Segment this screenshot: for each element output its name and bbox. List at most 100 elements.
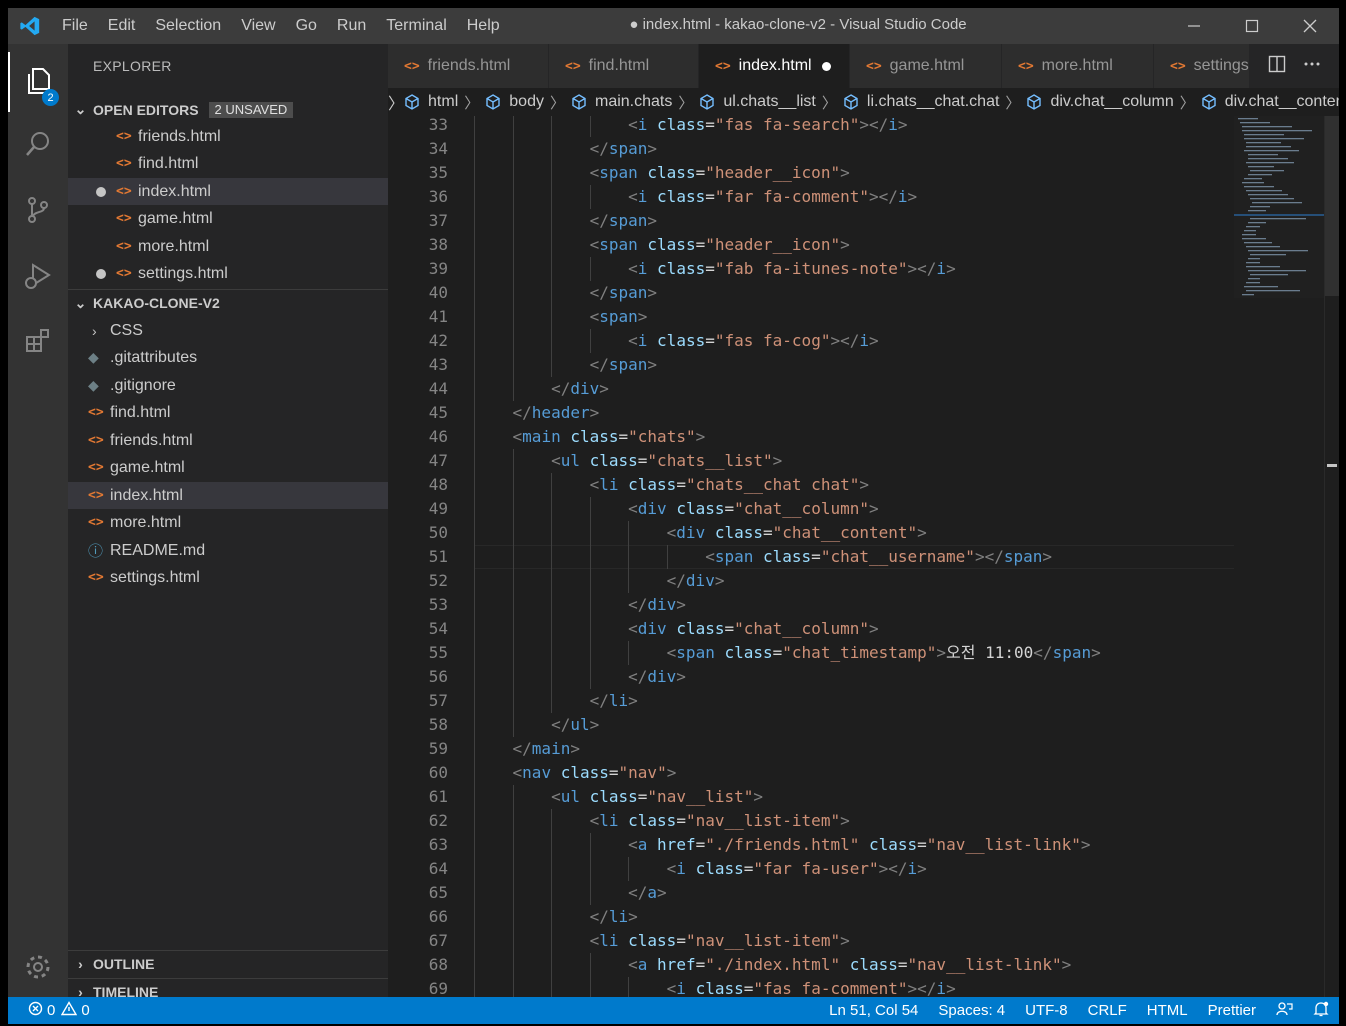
code-line[interactable]: <a href="./friends.html" class="nav__lis… — [474, 833, 1090, 857]
minimize-button[interactable] — [1165, 8, 1223, 44]
explorer-activity[interactable]: 2 — [8, 52, 68, 112]
menu-file[interactable]: File — [52, 8, 98, 44]
code-line[interactable]: <li class="chats__chat chat"> — [474, 473, 869, 497]
code-line[interactable]: <span class="header__icon"> — [474, 233, 850, 257]
file-item[interactable]: ◆ .gitignore — [68, 372, 388, 399]
code-line[interactable]: </span> — [474, 137, 657, 161]
cursor-position[interactable]: Ln 51, Col 54 — [819, 1002, 928, 1019]
open-editors-header[interactable]: ⌄ OPEN EDITORS 2 UNSAVED — [68, 96, 388, 123]
code-line[interactable]: <span class="chat__username"></span> — [474, 545, 1052, 569]
language-mode[interactable]: HTML — [1137, 1002, 1198, 1019]
code-line[interactable]: <i class="fas fa-search"></i> — [474, 116, 907, 137]
menu-help[interactable]: Help — [457, 8, 510, 44]
menu-edit[interactable]: Edit — [98, 8, 146, 44]
problems-indicator[interactable]: 0 0 — [8, 1001, 90, 1020]
file-item[interactable]: ◆ .gitattributes — [68, 344, 388, 371]
file-item[interactable]: <> settings.html — [68, 564, 388, 591]
menu-run[interactable]: Run — [327, 8, 376, 44]
source-control-activity[interactable] — [8, 182, 68, 242]
code-line[interactable]: <div class="chat__column"> — [474, 617, 879, 641]
tab-game[interactable]: <> game.html — [850, 44, 1002, 88]
more-actions-icon[interactable] — [1303, 55, 1321, 77]
menu-go[interactable]: Go — [286, 8, 327, 44]
code-line[interactable]: </span> — [474, 353, 657, 377]
code-editor[interactable]: 33 <i class="fas fa-search"></i> 34 </spa… — [388, 116, 1339, 997]
split-editor-icon[interactable] — [1268, 55, 1286, 77]
code-line[interactable]: <a href="./index.html" class="nav__list-… — [474, 953, 1071, 977]
open-editor-item[interactable]: <> find.html — [68, 150, 388, 177]
open-editor-item[interactable]: <> more.html — [68, 233, 388, 260]
file-item[interactable]: <> game.html — [68, 454, 388, 481]
outline-header[interactable]: › OUTLINE — [68, 950, 388, 977]
manage-activity[interactable] — [8, 939, 68, 999]
code-line[interactable]: <i class="fas fa-cog"></i> — [474, 329, 879, 353]
maximize-button[interactable] — [1223, 8, 1281, 44]
code-line[interactable]: </header> — [474, 401, 600, 425]
open-editor-item[interactable]: <> friends.html — [68, 123, 388, 150]
menu-selection[interactable]: Selection — [145, 8, 231, 44]
code-line[interactable]: </a> — [474, 881, 667, 905]
project-header[interactable]: ⌄ KAKAO-CLONE-V2 — [68, 289, 388, 316]
scrollbar-thumb[interactable] — [1325, 116, 1339, 296]
notifications-bell-icon[interactable] — [1303, 1001, 1339, 1021]
feedback-icon[interactable] — [1266, 1001, 1303, 1021]
menu-view[interactable]: View — [231, 8, 285, 44]
code-line[interactable]: <li class="nav__list-item"> — [474, 929, 850, 953]
breadcrumb-item[interactable]: ul.chats__list 〉 — [699, 92, 843, 113]
file-item[interactable]: <> more.html — [68, 509, 388, 536]
unsaved-dot-icon[interactable] — [821, 61, 831, 71]
breadcrumb-item[interactable]: body 〉 — [485, 92, 571, 113]
run-debug-activity[interactable] — [8, 248, 68, 308]
code-line[interactable]: <li class="nav__list-item"> — [474, 809, 850, 833]
code-line[interactable]: </span> — [474, 281, 657, 305]
code-line[interactable]: </div> — [474, 665, 686, 689]
code-line[interactable]: <nav class="nav"> — [474, 761, 677, 785]
code-line[interactable]: <i class="far fa-comment"></i> — [474, 185, 917, 209]
line-ending[interactable]: CRLF — [1078, 1002, 1137, 1019]
breadcrumb-item[interactable]: main.chats 〉 — [571, 92, 699, 113]
code-line[interactable]: </ul> — [474, 713, 599, 737]
code-line[interactable]: <span> — [474, 305, 648, 329]
tab-settings[interactable]: <> settings.html — [1154, 44, 1254, 88]
breadcrumb-item[interactable]: div.chat__column 〉 — [1026, 92, 1200, 113]
file-item[interactable]: ⓘ README.md — [68, 537, 388, 564]
extensions-activity[interactable] — [8, 312, 68, 372]
code-line[interactable]: <span class="header__icon"> — [474, 161, 850, 185]
code-line[interactable]: </div> — [474, 593, 686, 617]
open-editor-item[interactable]: <> settings.html — [68, 260, 388, 287]
tab-index[interactable]: <> index.html — [699, 44, 850, 88]
code-line[interactable]: <main class="chats"> — [474, 425, 706, 449]
breadcrumb-item[interactable]: html 〉 — [404, 92, 485, 113]
breadcrumb-item[interactable]: div.chat__content — [1201, 93, 1339, 111]
file-item[interactable]: <> find.html — [68, 399, 388, 426]
code-line[interactable]: <i class="fas fa-comment"></i> — [474, 977, 956, 997]
code-line[interactable]: </div> — [474, 377, 609, 401]
code-line[interactable]: </span> — [474, 209, 657, 233]
code-line[interactable]: <div class="chat__column"> — [474, 497, 879, 521]
vertical-scrollbar[interactable] — [1324, 116, 1339, 997]
code-line[interactable]: </li> — [474, 905, 638, 929]
minimap[interactable] — [1234, 116, 1324, 997]
formatter[interactable]: Prettier — [1198, 1002, 1266, 1019]
indentation[interactable]: Spaces: 4 — [928, 1002, 1015, 1019]
code-line[interactable]: </li> — [474, 689, 638, 713]
code-line[interactable]: <i class="fab fa-itunes-note"></i> — [474, 257, 956, 281]
code-line[interactable]: <div class="chat__content"> — [474, 521, 927, 545]
encoding[interactable]: UTF-8 — [1015, 1002, 1078, 1019]
search-activity[interactable] — [8, 116, 68, 176]
code-line[interactable]: </main> — [474, 737, 580, 761]
file-item[interactable]: <> friends.html — [68, 427, 388, 454]
breadcrumb-item[interactable]: li.chats__chat.chat 〉 — [843, 92, 1027, 113]
tab-find[interactable]: <> find.html — [549, 44, 699, 88]
code-line[interactable]: <i class="far fa-user"></i> — [474, 857, 927, 881]
open-editor-item[interactable]: <> game.html — [68, 205, 388, 232]
folder-item[interactable]: › CSS — [68, 317, 388, 344]
close-button[interactable] — [1281, 8, 1339, 44]
code-line[interactable]: <span class="chat_timestamp">오전 11:00</s… — [474, 641, 1101, 665]
open-editor-item[interactable]: <> index.html — [68, 178, 388, 205]
tab-friends[interactable]: <> friends.html — [388, 44, 549, 88]
code-line[interactable]: <ul class="chats__list"> — [474, 449, 782, 473]
file-item[interactable]: <> index.html — [68, 482, 388, 509]
tab-more[interactable]: <> more.html — [1002, 44, 1154, 88]
menu-terminal[interactable]: Terminal — [376, 8, 456, 44]
